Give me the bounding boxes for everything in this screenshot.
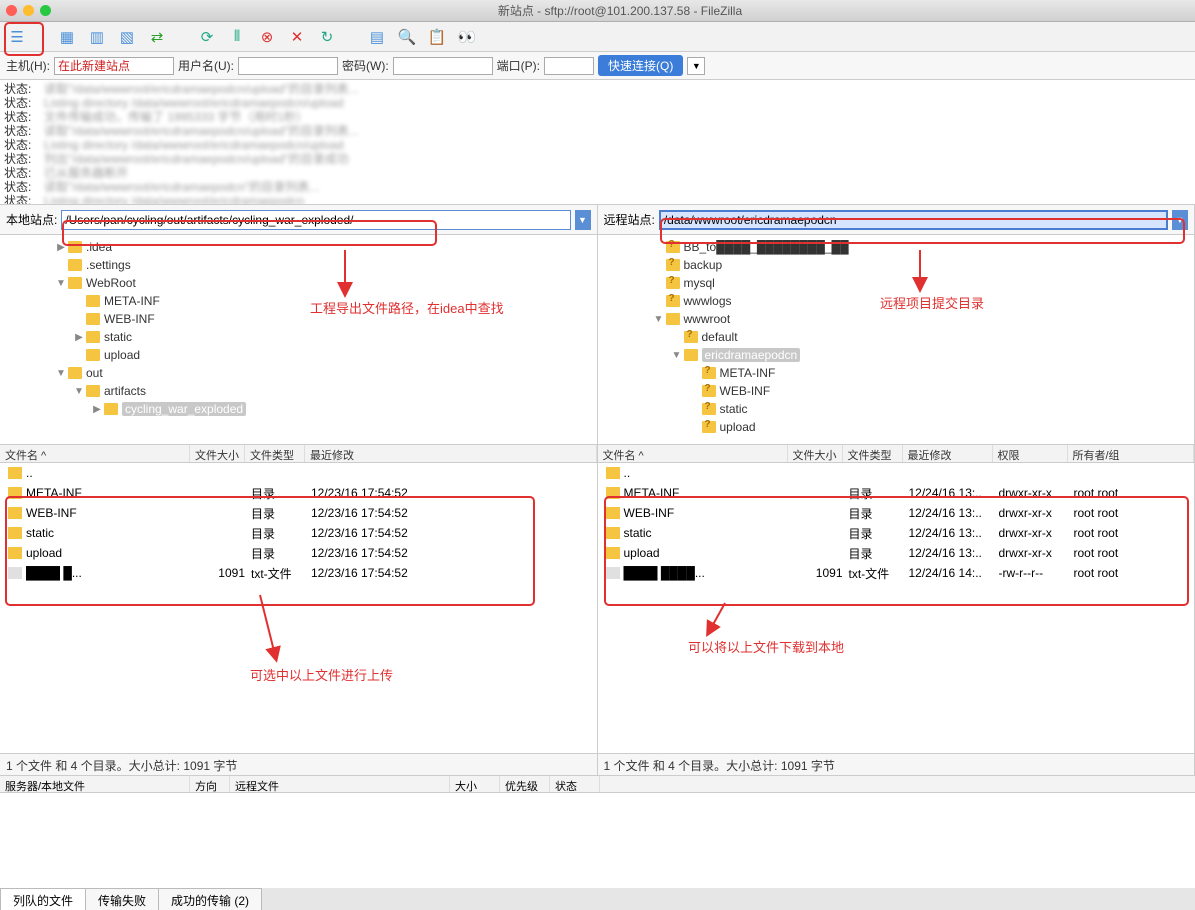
user-label: 用户名(U): (178, 57, 234, 74)
filter-icon[interactable]: ▤ (366, 26, 388, 48)
tree-node[interactable]: ▼artifacts (0, 382, 597, 400)
file-row[interactable]: ████ █...1091txt-文件12/23/16 17:54:52 (0, 563, 597, 583)
tree-node[interactable]: upload (0, 346, 597, 364)
toolbar-button[interactable]: ▧ (116, 26, 138, 48)
pass-input[interactable] (393, 57, 493, 75)
titlebar: 新站点 - sftp://root@101.200.137.58 - FileZ… (0, 0, 1195, 22)
search-icon[interactable]: 🔍 (396, 26, 418, 48)
port-input[interactable] (544, 57, 594, 75)
tree-node[interactable]: BB_to████_████████_██ (598, 238, 1195, 256)
toolbar: ☰ ▦ ▥ ▧ ⇄ ⟳ ⦀ ⊗ ✕ ↻ ▤ 🔍 📋 👀 (0, 22, 1195, 52)
window-title: 新站点 - sftp://root@101.200.137.58 - FileZ… (51, 2, 1189, 19)
tree-node[interactable]: ▼WebRoot (0, 274, 597, 292)
cancel-button[interactable]: ⊗ (256, 26, 278, 48)
file-row[interactable]: static目录12/24/16 13:..drwxr-xr-xroot roo… (598, 523, 1195, 543)
tree-node[interactable]: static (598, 400, 1195, 418)
tree-node[interactable]: ▶.idea (0, 238, 597, 256)
tab-success[interactable]: 成功的传输 (2) (158, 888, 262, 910)
toolbar-button[interactable]: ▦ (56, 26, 78, 48)
file-row[interactable]: META-INF目录12/24/16 13:..drwxr-xr-xroot r… (598, 483, 1195, 503)
disconnect-button[interactable]: ✕ (286, 26, 308, 48)
port-label: 端口(P): (497, 57, 540, 74)
tree-node[interactable]: WEB-INF (598, 382, 1195, 400)
quick-connect-button[interactable]: 快速连接(Q) (598, 55, 683, 76)
filter-button[interactable]: ⦀ (226, 26, 248, 48)
toolbar-button[interactable]: ▥ (86, 26, 108, 48)
remote-file-list[interactable]: ..META-INF目录12/24/16 13:..drwxr-xr-xroot… (598, 463, 1195, 753)
tree-node[interactable]: ▼out (0, 364, 597, 382)
remote-path-dropdown[interactable]: ▼ (1172, 210, 1188, 230)
pass-label: 密码(W): (342, 57, 389, 74)
close-window-button[interactable] (6, 5, 17, 16)
local-path-input[interactable] (61, 210, 570, 230)
host-input[interactable] (54, 57, 174, 75)
tree-node[interactable]: wwwlogs (598, 292, 1195, 310)
toolbar-button[interactable]: ⇄ (146, 26, 168, 48)
queue-header[interactable]: 服务器/本地文件 方向 远程文件 大小 优先级 状态 (0, 775, 1195, 793)
tree-node[interactable]: default (598, 328, 1195, 346)
queue-tabs: 列队的文件 传输失败 成功的传输 (2) (0, 888, 1195, 910)
refresh-button[interactable]: ⟳ (196, 26, 218, 48)
queue-panel[interactable] (0, 793, 1195, 888)
tree-node[interactable]: META-INF (598, 364, 1195, 382)
local-path-dropdown[interactable]: ▼ (575, 210, 591, 230)
maximize-window-button[interactable] (40, 5, 51, 16)
quick-connect-bar: 主机(H): 用户名(U): 密码(W): 端口(P): 快速连接(Q) ▼ (0, 52, 1195, 80)
file-row[interactable]: WEB-INF目录12/24/16 13:..drwxr-xr-xroot ro… (598, 503, 1195, 523)
file-row[interactable]: .. (598, 463, 1195, 483)
quick-connect-dropdown[interactable]: ▼ (687, 57, 705, 75)
remote-path-input[interactable] (659, 210, 1168, 230)
tree-node[interactable]: WEB-INF (0, 310, 597, 328)
file-row[interactable]: ████ ████...1091txt-文件12/24/16 14:..-rw-… (598, 563, 1195, 583)
tree-node[interactable]: ▼ericdramaepodcn (598, 346, 1195, 364)
local-file-header[interactable]: 文件名 ^ 文件大小 文件类型 最近修改 (0, 445, 598, 463)
tree-node[interactable]: backup (598, 256, 1195, 274)
local-site-label: 本地站点: (6, 211, 57, 228)
remote-file-header[interactable]: 文件名 ^ 文件大小 文件类型 最近修改 权限 所有者/组 (598, 445, 1195, 463)
local-tree[interactable]: ▶.idea.settings▼WebRootMETA-INFWEB-INF▶s… (0, 235, 598, 444)
remote-tree[interactable]: BB_to████_████████_██backupmysqlwwwlogs▼… (598, 235, 1195, 444)
remote-status: 1 个文件 和 4 个目录。大小总计: 1091 字节 (598, 753, 1195, 775)
local-file-list[interactable]: ..META-INF目录12/23/16 17:54:52WEB-INF目录12… (0, 463, 598, 753)
tree-node[interactable]: ▶static (0, 328, 597, 346)
file-row[interactable]: .. (0, 463, 597, 483)
reconnect-button[interactable]: ↻ (316, 26, 338, 48)
log-panel[interactable]: 状态:读取"/data/wwwroot/ericdramaepodcn/uplo… (0, 80, 1195, 205)
local-status: 1 个文件 和 4 个目录。大小总计: 1091 字节 (0, 753, 598, 775)
file-row[interactable]: upload目录12/23/16 17:54:52 (0, 543, 597, 563)
minimize-window-button[interactable] (23, 5, 34, 16)
file-row[interactable]: upload目录12/24/16 13:..drwxr-xr-xroot roo… (598, 543, 1195, 563)
binoculars-icon[interactable]: 👀 (456, 26, 478, 48)
tab-queued[interactable]: 列队的文件 (0, 888, 86, 910)
tree-node[interactable]: META-INF (0, 292, 597, 310)
compare-icon[interactable]: 📋 (426, 26, 448, 48)
tree-node[interactable]: mysql (598, 274, 1195, 292)
tree-node[interactable]: ▼wwwroot (598, 310, 1195, 328)
tree-node[interactable]: .settings (0, 256, 597, 274)
tree-node[interactable]: ▶cycling_war_exploded (0, 400, 597, 418)
file-row[interactable]: static目录12/23/16 17:54:52 (0, 523, 597, 543)
host-label: 主机(H): (6, 57, 50, 74)
file-row[interactable]: WEB-INF目录12/23/16 17:54:52 (0, 503, 597, 523)
user-input[interactable] (238, 57, 338, 75)
tab-failed[interactable]: 传输失败 (85, 888, 159, 910)
site-manager-button[interactable]: ☰ (6, 26, 28, 48)
file-row[interactable]: META-INF目录12/23/16 17:54:52 (0, 483, 597, 503)
tree-node[interactable]: upload (598, 418, 1195, 436)
remote-site-label: 远程站点: (604, 211, 655, 228)
